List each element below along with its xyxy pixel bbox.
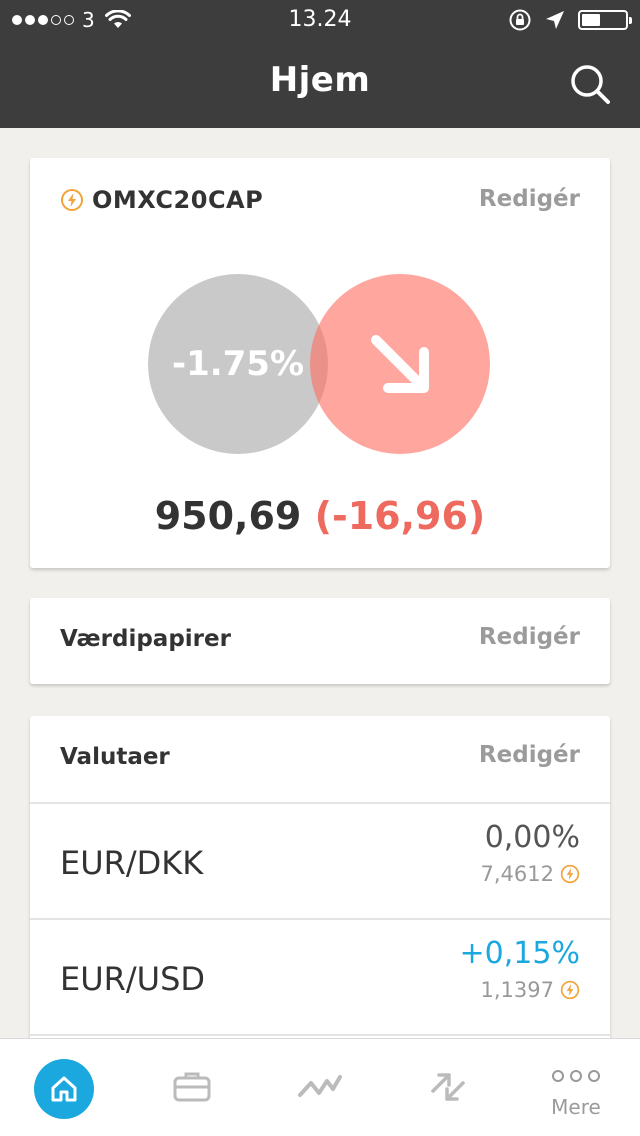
- home-icon: [51, 1076, 77, 1102]
- securities-card[interactable]: Værdipapirer Redigér: [30, 598, 610, 684]
- lightning-icon: [61, 189, 83, 211]
- location-arrow-icon: [546, 11, 564, 29]
- edit-securities-button[interactable]: Redigér: [479, 624, 580, 650]
- tab-trade[interactable]: [384, 1039, 512, 1136]
- currency-rate: 7,4612: [480, 862, 554, 886]
- page-title: Hjem: [269, 60, 371, 100]
- rotation-lock-icon: [509, 9, 531, 31]
- change-percent: -1.75%: [171, 344, 305, 384]
- briefcase-icon: [173, 1072, 211, 1102]
- securities-header: Værdipapirer Redigér: [30, 598, 610, 684]
- currency-change: +0,15%: [459, 936, 580, 971]
- tab-home-active-bg: [34, 1059, 94, 1119]
- chart-line-icon: [298, 1075, 342, 1097]
- lightning-icon: [560, 864, 580, 884]
- currency-change: 0,00%: [484, 820, 580, 855]
- index-value: 950,69: [154, 494, 302, 538]
- lightning-icon: [560, 980, 580, 1000]
- arrow-down-right-icon: [371, 335, 429, 393]
- currency-pair: EUR/DKK: [60, 844, 204, 882]
- securities-title: Værdipapirer: [60, 626, 231, 652]
- search-icon[interactable]: [568, 62, 612, 106]
- currency-row[interactable]: EUR/USD +0,15% 1,1397: [30, 918, 610, 1034]
- status-right: [508, 8, 632, 32]
- index-card[interactable]: OMXC20CAP Redigér -1.75% 950,69 (-16,96): [30, 158, 610, 568]
- status-bar: 3 13.24: [0, 0, 640, 40]
- tab-home[interactable]: [0, 1039, 128, 1136]
- currency-rate-group: 7,4612: [481, 862, 580, 886]
- tab-bar: Mere: [0, 1038, 640, 1136]
- index-name: OMXC20CAP: [92, 186, 264, 214]
- currency-row[interactable]: EUR/DKK 0,00% 7,4612: [30, 802, 610, 918]
- currency-title: Valutaer: [60, 744, 170, 770]
- more-dots-icon: [552, 1070, 600, 1082]
- battery-icon: [578, 10, 632, 30]
- nav-bar: Hjem: [0, 40, 640, 128]
- index-title-group: OMXC20CAP: [60, 186, 263, 214]
- tab-markets[interactable]: [256, 1039, 384, 1136]
- index-value-line: 950,69 (-16,96): [30, 494, 610, 538]
- currency-pair: EUR/USD: [60, 960, 206, 998]
- index-change: (-16,96): [314, 494, 486, 538]
- edit-currency-button[interactable]: Redigér: [479, 742, 580, 768]
- tab-more-label: Mere: [551, 1095, 601, 1119]
- currency-rate: 1,1397: [480, 978, 554, 1002]
- currency-rate-group: 1,1397: [481, 978, 580, 1002]
- tab-more[interactable]: Mere: [512, 1039, 640, 1136]
- edit-index-button[interactable]: Redigér: [479, 186, 580, 212]
- tab-portfolio[interactable]: [128, 1039, 256, 1136]
- transfer-arrows-icon: [431, 1073, 465, 1101]
- currency-header: Valutaer Redigér: [30, 716, 610, 802]
